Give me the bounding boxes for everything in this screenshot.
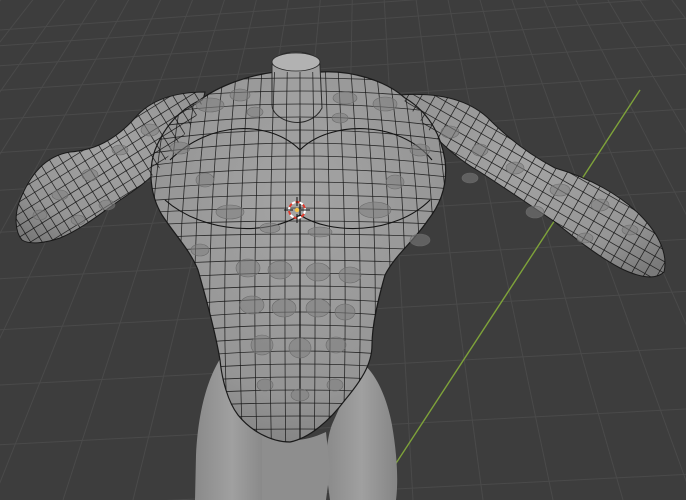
sculpt-bump bbox=[81, 168, 99, 182]
sculpt-bump bbox=[70, 214, 86, 226]
sculpt-bump bbox=[169, 141, 191, 155]
sculpt-bump bbox=[259, 222, 281, 234]
sculpt-bump bbox=[334, 303, 356, 321]
sculpt-bump bbox=[267, 260, 293, 280]
grid-line bbox=[415, 0, 484, 500]
sculpt-bump bbox=[195, 172, 215, 188]
grid-line bbox=[0, 0, 34, 43]
sculpt-bump bbox=[307, 226, 333, 238]
sculpt-bump bbox=[290, 388, 310, 402]
sculpt-bump bbox=[98, 199, 116, 211]
sculpt-bump bbox=[51, 189, 69, 201]
sculpt-bump bbox=[288, 337, 312, 359]
sculpt-bump bbox=[461, 172, 479, 184]
sculpt-bump bbox=[409, 143, 431, 157]
sculpt-bump bbox=[590, 198, 610, 212]
grid-line bbox=[0, 0, 162, 340]
grid-line bbox=[0, 17, 686, 67]
sculpt-bump bbox=[505, 161, 525, 175]
sculpt-bump bbox=[372, 96, 398, 112]
grid-line bbox=[0, 0, 66, 93]
sculpt-bump bbox=[332, 91, 358, 105]
sculpt-bump bbox=[32, 209, 48, 221]
sculpt-bump bbox=[239, 295, 265, 315]
viewport-canvas[interactable] bbox=[0, 0, 686, 500]
sculpt-bump bbox=[385, 174, 405, 190]
grid-line bbox=[0, 0, 193, 484]
sculpt-bump bbox=[215, 204, 245, 220]
sculpt-bump bbox=[256, 378, 274, 392]
sculpt-bump bbox=[195, 97, 225, 113]
sculpt-bump bbox=[621, 224, 639, 236]
sculpt-bump bbox=[271, 298, 297, 318]
sculpt-bump bbox=[229, 88, 251, 102]
sculpt-bump bbox=[235, 258, 261, 278]
sculpt-bump bbox=[305, 298, 331, 318]
sculpt-bump bbox=[440, 125, 460, 139]
sculpt-bump bbox=[190, 243, 210, 257]
sculpt-bump bbox=[246, 106, 264, 118]
sculpt-bump bbox=[326, 378, 344, 392]
sculpt-bump bbox=[111, 144, 129, 156]
grid-line bbox=[0, 0, 130, 235]
grid-line bbox=[0, 0, 98, 155]
sculpt-bump bbox=[409, 233, 431, 247]
3d-viewport[interactable] bbox=[0, 0, 686, 500]
sculpt-bump bbox=[325, 336, 347, 354]
sculpt-bump bbox=[358, 201, 392, 219]
sculpt-bump bbox=[331, 112, 349, 124]
grid-line bbox=[0, 0, 2, 2]
neck[interactable] bbox=[271, 51, 323, 123]
sculpt-bump bbox=[338, 266, 362, 284]
sculpt-bump bbox=[576, 232, 594, 244]
sculpt-bump bbox=[250, 334, 274, 356]
sculpt-bump bbox=[549, 183, 571, 197]
sculpt-bump bbox=[525, 205, 545, 219]
sculpt-bump bbox=[140, 123, 160, 137]
sculpt-bump bbox=[305, 262, 331, 282]
sculpt-bump bbox=[471, 143, 489, 157]
